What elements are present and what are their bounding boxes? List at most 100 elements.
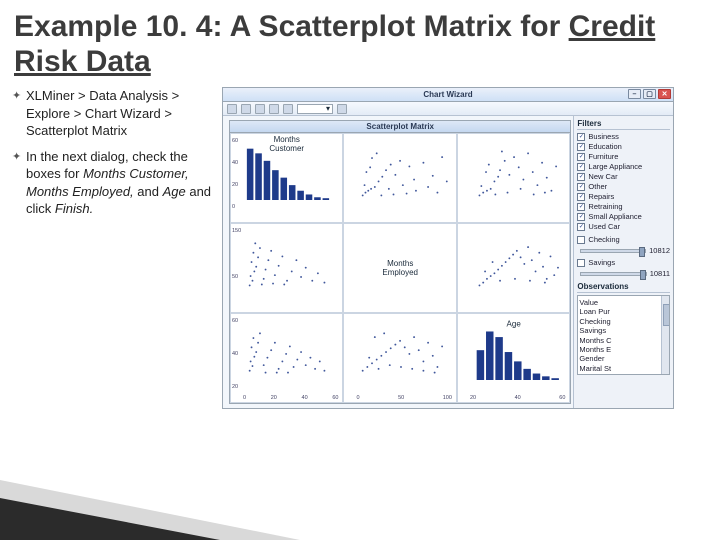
cell-diag-months-customer: Months Customer 6040200 [230, 133, 343, 223]
maximize-button[interactable]: ▢ [643, 89, 656, 99]
window-title: Chart Wizard [423, 90, 472, 99]
toolbar-icon[interactable] [337, 104, 347, 114]
toolbar-icon[interactable] [227, 104, 237, 114]
filter-item[interactable]: ✓Retraining [577, 202, 670, 211]
close-button[interactable]: ✕ [658, 89, 671, 99]
observations-list[interactable]: ValueLoan PurCheckingSavingsMonths CMont… [577, 295, 670, 375]
obs-item[interactable]: Value [578, 298, 669, 307]
scatter [245, 324, 338, 380]
filter-label: Business [588, 132, 618, 141]
obs-item[interactable]: Loan Pur [578, 307, 669, 316]
checkbox-icon[interactable]: ✓ [577, 163, 585, 171]
bullet-text-1: In the next dialog, check the boxes for … [26, 148, 212, 218]
scatter [245, 234, 338, 290]
toolbar-icon[interactable] [255, 104, 265, 114]
filter-item[interactable]: ✓Large Appliance [577, 162, 670, 171]
cell-diag-months-employed: Months Employed [343, 223, 456, 313]
side-panel: Filters ✓Business✓Education✓Furniture✓La… [573, 116, 673, 408]
bullet-text-0: XLMiner > Data Analysis > Explore > Char… [26, 87, 212, 140]
filter-label: Repairs [588, 192, 614, 201]
toolbar-icon[interactable] [269, 104, 279, 114]
obs-item[interactable]: Savings [578, 326, 669, 335]
cell-2-3 [457, 223, 570, 313]
scatter [472, 144, 565, 200]
filter-label: Used Car [588, 222, 620, 231]
filter-item[interactable]: ✓Repairs [577, 192, 670, 201]
checkbox-icon[interactable]: ✓ [577, 203, 585, 211]
savings-slider[interactable]: 10811 [577, 269, 670, 278]
obs-item[interactable]: Checking [578, 317, 669, 326]
list-item: ✦ In the next dialog, check the boxes fo… [12, 148, 212, 218]
toolbar-dropdown[interactable]: ▾ [297, 104, 333, 114]
chart-wizard-window: Chart Wizard – ▢ ✕ ▾ Scatterplot Matrix [222, 87, 674, 409]
obs-item[interactable]: Months E [578, 345, 669, 354]
filter-item[interactable]: ✓Business [577, 132, 670, 141]
checking-checkbox[interactable] [577, 236, 585, 244]
y-ticks: 6040200 [232, 138, 238, 210]
scatter [358, 144, 451, 200]
toolbar-icon[interactable] [241, 104, 251, 114]
filter-item[interactable]: ✓New Car [577, 172, 670, 181]
minimize-button[interactable]: – [628, 89, 641, 99]
filter-item[interactable]: ✓Small Appliance [577, 212, 670, 221]
observations-heading: Observations [577, 282, 670, 293]
x-ticks: 204060 [470, 395, 565, 401]
filter-label: Other [588, 182, 607, 191]
scatter [358, 324, 451, 380]
filters-heading: Filters [577, 119, 670, 130]
filter-label: Education [588, 142, 621, 151]
scatterplot-matrix: Months Customer 6040200 [229, 132, 571, 404]
filter-label: Retraining [588, 202, 622, 211]
obs-item[interactable]: Gender [578, 354, 669, 363]
filters-list: ✓Business✓Education✓Furniture✓Large Appl… [577, 132, 670, 231]
x-ticks: 050100 [356, 395, 451, 401]
slide-accent-shape-dark [0, 498, 220, 540]
bullet-icon: ✦ [12, 148, 26, 218]
savings-max: 10811 [650, 269, 670, 278]
list-item: ✦ XLMiner > Data Analysis > Explore > Ch… [12, 87, 212, 140]
obs-item[interactable]: Months C [578, 336, 669, 345]
checkbox-icon[interactable]: ✓ [577, 193, 585, 201]
checkbox-icon[interactable]: ✓ [577, 173, 585, 181]
scatter [472, 234, 565, 290]
checkbox-icon[interactable]: ✓ [577, 183, 585, 191]
title-part-a: Example 10. 4: A Scatterplot Matrix for [14, 10, 569, 43]
checking-max: 10812 [649, 246, 670, 255]
y-ticks: 15050 [232, 228, 241, 300]
cell-1-3 [457, 133, 570, 223]
filter-item[interactable]: ✓Used Car [577, 222, 670, 231]
y-ticks: 604020 [232, 318, 238, 390]
savings-label: Savings [588, 258, 615, 267]
cell-2-1: 15050 [230, 223, 343, 313]
filter-item[interactable]: ✓Other [577, 182, 670, 191]
checking-slider[interactable]: 10812 [577, 246, 670, 255]
scrollbar[interactable] [661, 296, 669, 374]
hist-months-customer [245, 144, 338, 200]
checkbox-icon[interactable]: ✓ [577, 213, 585, 221]
cell-3-2: 050100 [343, 313, 456, 403]
checkbox-icon[interactable]: ✓ [577, 223, 585, 231]
slide-title: Example 10. 4: A Scatterplot Matrix for … [0, 0, 720, 81]
toolbar: ▾ [223, 102, 673, 116]
window-titlebar[interactable]: Chart Wizard – ▢ ✕ [223, 88, 673, 102]
obs-item[interactable]: Marital St [578, 364, 669, 373]
hist-age [472, 324, 565, 380]
bullet-icon: ✦ [12, 87, 26, 140]
filter-item[interactable]: ✓Furniture [577, 152, 670, 161]
cell-diag-age: Age 204060 [457, 313, 570, 403]
filter-label: New Car [588, 172, 617, 181]
bullet-list: ✦ XLMiner > Data Analysis > Explore > Ch… [12, 87, 212, 409]
checkbox-icon[interactable]: ✓ [577, 143, 585, 151]
x-ticks: 0204060 [243, 395, 338, 401]
diag-label: Months Employed [372, 259, 428, 277]
toolbar-icon[interactable] [283, 104, 293, 114]
checkbox-icon[interactable]: ✓ [577, 153, 585, 161]
filter-label: Small Appliance [588, 212, 641, 221]
scatterplot-subwindow-title: Scatterplot Matrix [229, 120, 571, 132]
savings-checkbox[interactable] [577, 259, 585, 267]
checking-label: Checking [588, 235, 619, 244]
obs-item[interactable]: Age [578, 373, 669, 375]
filter-item[interactable]: ✓Education [577, 142, 670, 151]
cell-3-1: 604020 0204060 [230, 313, 343, 403]
checkbox-icon[interactable]: ✓ [577, 133, 585, 141]
